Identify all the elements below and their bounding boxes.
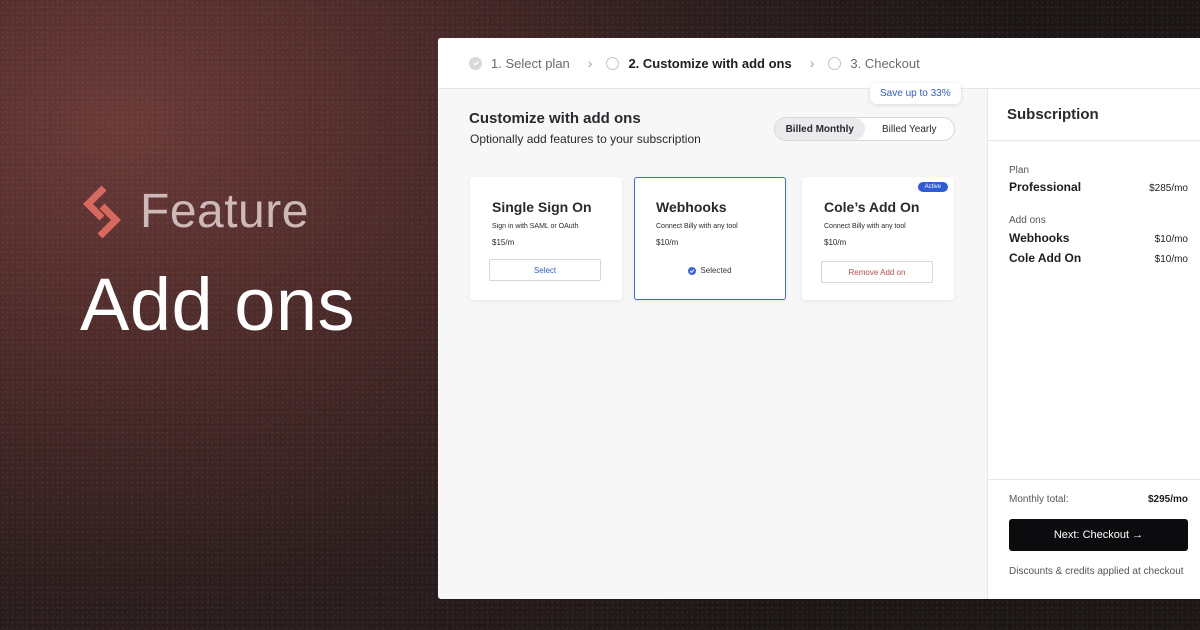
app-window: 1. Select plan › 2. Customize with add o…: [438, 38, 1200, 599]
card-price: $10/m: [824, 238, 847, 247]
hero-title: Add ons: [80, 263, 356, 346]
plan-label: Plan: [1009, 165, 1030, 176]
total-value: $295/mo: [1147, 494, 1188, 505]
billed-yearly-option[interactable]: Billed Yearly: [865, 118, 955, 140]
discount-note: Discounts & credits applied at checkout: [1009, 566, 1184, 577]
step-label: 3. Checkout: [850, 55, 920, 71]
customize-section: Customize with add ons Optionally add fe…: [438, 83, 987, 599]
addon-row: Webhooks $10/mo: [1009, 231, 1188, 245]
section-subtitle: Optionally add features to your subscrip…: [470, 132, 701, 146]
addon-price: $10/mo: [1154, 234, 1188, 245]
circle-icon: [828, 56, 842, 70]
card-description: Connect Billy with any tool: [824, 223, 906, 230]
circle-icon: [606, 56, 620, 70]
step-label: 2. Customize with add ons: [628, 55, 792, 71]
brand-s-logo-icon: [83, 185, 121, 238]
chevron-right-icon: ›: [587, 55, 593, 71]
step-select-plan[interactable]: 1. Select plan: [469, 56, 570, 71]
check-circle-icon: [688, 266, 697, 275]
subscription-panel: Subscription Plan Professional $285/mo A…: [987, 89, 1200, 599]
step-label: 1. Select plan: [491, 55, 570, 71]
addon-row: Cole Add On $10/mo: [1009, 251, 1188, 265]
addons-label: Add ons: [1009, 215, 1046, 226]
step-checkout[interactable]: 3. Checkout: [828, 55, 920, 71]
billed-monthly-option[interactable]: Billed Monthly: [775, 118, 865, 140]
total-label: Monthly total:: [1009, 494, 1069, 505]
selected-indicator: Selected: [635, 266, 785, 275]
addon-card-webhooks[interactable]: Webhooks Connect Billy with any tool $10…: [634, 177, 786, 300]
selected-label: Selected: [700, 266, 732, 275]
card-title: Webhooks: [656, 199, 727, 215]
next-checkout-button[interactable]: Next: Checkout →: [1009, 519, 1188, 551]
monthly-total-row: Monthly total: $295/mo: [1009, 494, 1188, 505]
checkout-stepper: 1. Select plan › 2. Customize with add o…: [438, 38, 1200, 89]
subscription-title: Subscription: [988, 89, 1200, 141]
card-description: Sign in with SAML or OAuth: [492, 223, 579, 230]
check-icon: [469, 56, 482, 70]
addon-card-sso[interactable]: Single Sign On Sign in with SAML or OAut…: [470, 177, 622, 300]
addon-name: Webhooks: [1009, 231, 1070, 245]
card-description: Connect Billy with any tool: [656, 223, 738, 230]
divider: [988, 479, 1200, 480]
chevron-right-icon: ›: [809, 55, 815, 71]
step-customize[interactable]: 2. Customize with add ons: [606, 55, 792, 71]
select-button[interactable]: Select: [489, 259, 601, 281]
card-title: Cole’s Add On: [824, 199, 920, 215]
addon-card-coles[interactable]: Active Cole’s Add On Connect Billy with …: [802, 177, 954, 300]
remove-addon-button[interactable]: Remove Add on: [821, 261, 933, 283]
card-price: $15/m: [492, 238, 515, 247]
card-title: Single Sign On: [492, 199, 592, 215]
plan-name: Professional: [1009, 180, 1082, 194]
card-price: $10/m: [656, 238, 679, 247]
save-tooltip: Save up to 33%: [870, 83, 961, 104]
plan-price: $285/mo: [1149, 183, 1188, 194]
plan-row: Professional $285/mo: [1009, 180, 1188, 194]
addon-price: $10/mo: [1154, 254, 1188, 265]
addon-name: Cole Add On: [1009, 251, 1082, 265]
brand-name: Feature: [140, 185, 309, 238]
section-title: Customize with add ons: [469, 110, 641, 127]
brand: Feature: [82, 184, 309, 239]
billing-toggle: Billed Monthly Billed Yearly: [774, 117, 955, 141]
active-badge: Active: [917, 182, 948, 192]
